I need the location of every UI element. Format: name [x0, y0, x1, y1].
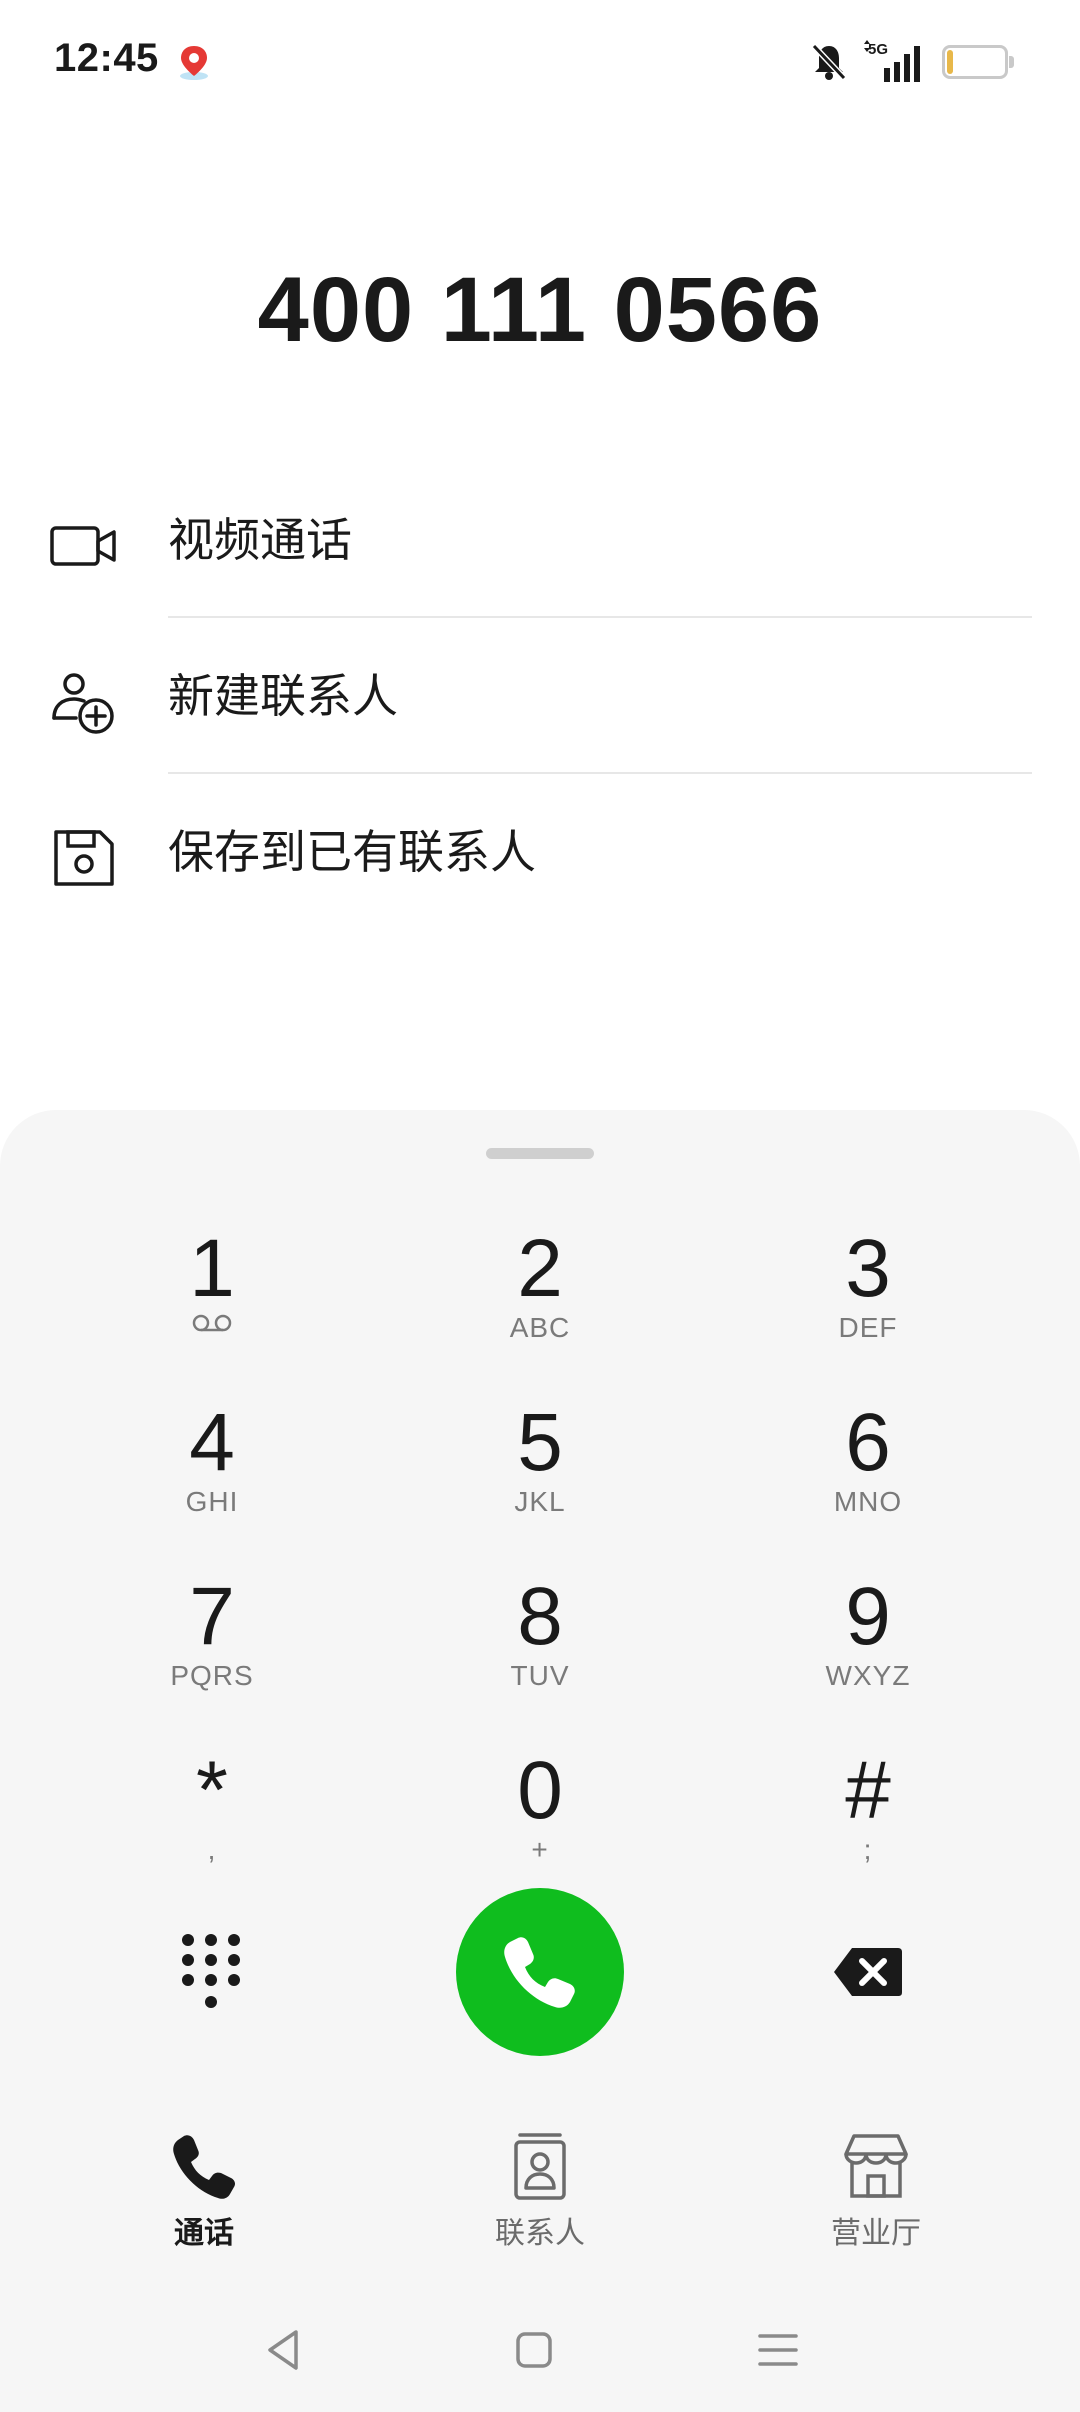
new-contact-action[interactable]: 新建联系人: [0, 618, 1080, 774]
status-icons: 5G 6: [810, 38, 1014, 86]
action-label: 新建联系人: [168, 670, 398, 722]
battery-tip: [1009, 56, 1014, 68]
svg-text:5G: 5G: [868, 41, 888, 58]
key-3[interactable]: 3 DEF: [758, 1214, 978, 1374]
call-button[interactable]: [456, 1888, 624, 2056]
key-letters: MNO: [833, 1486, 903, 1517]
key-letters: ,: [207, 1834, 217, 1865]
signal-5g-icon: 5G: [864, 40, 920, 82]
back-icon[interactable]: [256, 2320, 316, 2380]
home-icon[interactable]: [504, 2320, 564, 2380]
map-pin-icon: [180, 46, 208, 80]
key-digit: 1: [189, 1223, 235, 1314]
key-letters: +: [531, 1834, 549, 1865]
video-call-action[interactable]: 视频通话: [0, 462, 1080, 618]
voicemail-icon: [192, 1314, 232, 1332]
contacts-icon: [514, 2133, 566, 2200]
tab-label: 联系人: [495, 2217, 585, 2250]
tab-label: 通话: [174, 2217, 234, 2250]
key-digit: #: [845, 1745, 891, 1836]
video-camera-icon: [50, 526, 116, 566]
key-0[interactable]: 0 +: [430, 1736, 650, 1896]
battery-icon: 6: [942, 45, 1014, 79]
save-disk-icon: [54, 830, 114, 886]
store-icon: [844, 2134, 908, 2198]
key-4[interactable]: 4 GHI: [102, 1388, 322, 1548]
key-letters: JKL: [514, 1486, 566, 1517]
tab-contacts[interactable]: 联系人: [440, 2130, 640, 2260]
action-label: 保存到已有联系人: [168, 826, 536, 878]
key-digit: 8: [517, 1571, 563, 1662]
phone-icon: [504, 1937, 575, 2008]
phone-icon: [173, 2135, 235, 2199]
key-letters: ;: [863, 1834, 873, 1865]
key-digit: 3: [845, 1223, 891, 1314]
key-digit: 4: [189, 1397, 235, 1488]
tab-label: 营业厅: [831, 2217, 921, 2250]
battery-level: 6: [967, 47, 983, 77]
key-digit: 5: [517, 1397, 563, 1488]
key-7[interactable]: 7 PQRS: [102, 1562, 322, 1722]
key-star[interactable]: * ,: [102, 1736, 322, 1896]
save-to-contact-action[interactable]: 保存到已有联系人: [0, 774, 1080, 930]
drag-handle[interactable]: [486, 1148, 594, 1159]
key-digit: 9: [845, 1571, 891, 1662]
key-6[interactable]: 6 MNO: [758, 1388, 978, 1548]
bell-muted-icon: [811, 43, 847, 81]
key-letters: PQRS: [170, 1660, 254, 1691]
key-letters: DEF: [838, 1312, 898, 1343]
action-label: 视频通话: [168, 514, 352, 566]
key-9[interactable]: 9 WXYZ: [758, 1562, 978, 1722]
key-digit: 6: [845, 1397, 891, 1488]
dialpad-grid-icon[interactable]: [176, 1930, 246, 2016]
key-1[interactable]: 1: [102, 1214, 322, 1374]
tab-store[interactable]: 营业厅: [776, 2130, 976, 2260]
dialed-number[interactable]: 400 111 0566: [0, 258, 1080, 363]
key-5[interactable]: 5 JKL: [430, 1388, 650, 1548]
status-bar: 12:45 5G 6: [0, 0, 1080, 124]
key-letters: GHI: [185, 1486, 239, 1517]
key-digit: 0: [517, 1745, 563, 1836]
key-digit: 2: [517, 1223, 563, 1314]
key-hash[interactable]: # ;: [758, 1736, 978, 1896]
key-8[interactable]: 8 TUV: [430, 1562, 650, 1722]
key-digit: *: [196, 1745, 228, 1836]
key-letters: ABC: [509, 1312, 571, 1343]
status-time: 12:45: [54, 36, 159, 80]
key-2[interactable]: 2 ABC: [430, 1214, 650, 1374]
key-letters: TUV: [510, 1660, 570, 1691]
add-person-icon: [52, 673, 114, 734]
backspace-icon[interactable]: [832, 1944, 904, 2000]
recents-icon[interactable]: [748, 2320, 808, 2380]
key-digit: 7: [189, 1571, 235, 1662]
tab-calls[interactable]: 通话: [104, 2130, 304, 2260]
key-letters: WXYZ: [825, 1660, 911, 1691]
